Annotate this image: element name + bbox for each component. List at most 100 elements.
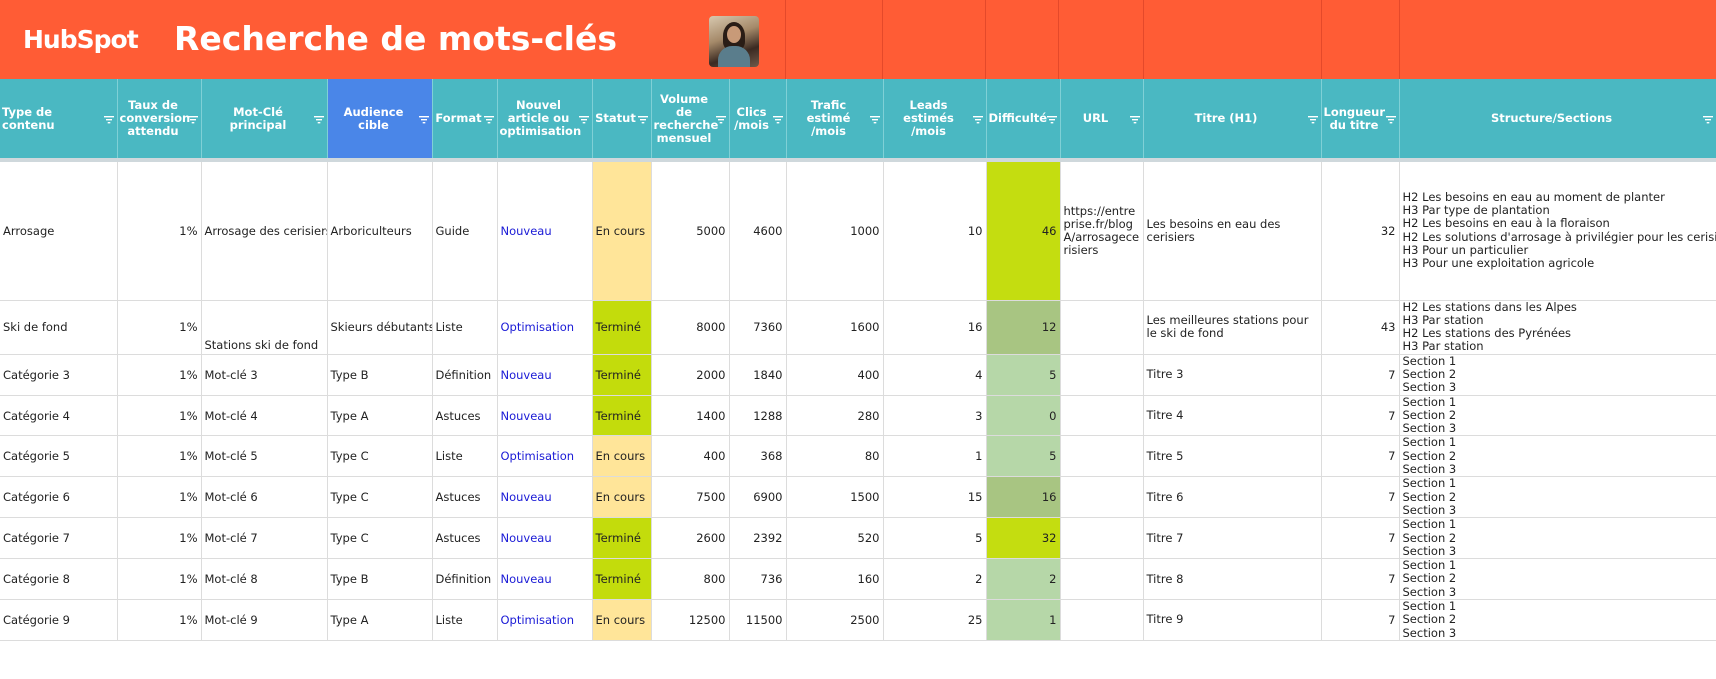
cell-statut[interactable]: Terminé	[592, 395, 652, 437]
column-header[interactable]: Type de contenu	[0, 79, 118, 162]
cell-trafic[interactable]: 280	[786, 395, 884, 437]
cell-clics[interactable]: 368	[729, 435, 787, 478]
cell-mot[interactable]: Mot-clé 7	[201, 517, 328, 560]
cell-statut[interactable]: Terminé	[592, 354, 652, 396]
cell-format[interactable]: Définition	[432, 354, 498, 396]
cell-format[interactable]: Astuces	[432, 476, 498, 519]
cell-leads[interactable]: 25	[883, 599, 987, 641]
cell-taux[interactable]: 1%	[117, 517, 202, 560]
cell-titre[interactable]: Titre 5	[1143, 435, 1322, 478]
cell-clics[interactable]: 1840	[729, 354, 787, 396]
cell-clics[interactable]: 736	[729, 558, 787, 601]
cell-structure[interactable]: Section 1 Section 2 Section 3	[1399, 558, 1716, 601]
cell-url[interactable]	[1060, 395, 1144, 437]
cell-mot[interactable]: Mot-clé 9	[201, 599, 328, 641]
cell-url[interactable]	[1060, 476, 1144, 519]
filter-icon[interactable]	[103, 114, 114, 124]
cell-statut[interactable]: Terminé	[592, 300, 652, 355]
cell-longueur[interactable]: 7	[1321, 435, 1400, 478]
cell-mot[interactable]: Mot-clé 3	[201, 354, 328, 396]
cell-structure[interactable]: Section 1 Section 2 Section 3	[1399, 476, 1716, 519]
filter-icon[interactable]	[483, 114, 494, 124]
filter-icon[interactable]	[772, 114, 783, 124]
cell-trafic[interactable]: 1000	[786, 160, 884, 301]
cell-taux[interactable]: 1%	[117, 160, 202, 301]
filter-icon[interactable]	[1702, 114, 1713, 124]
cell-taux[interactable]: 1%	[117, 395, 202, 437]
column-header[interactable]: Audience cible	[327, 79, 433, 162]
cell-trafic[interactable]: 1500	[786, 476, 884, 519]
cell-difficulte[interactable]: 5	[986, 354, 1061, 396]
cell-structure[interactable]: Section 1 Section 2 Section 3	[1399, 517, 1716, 560]
cell-volume[interactable]: 5000	[651, 160, 730, 301]
cell-mot[interactable]: Arrosage des cerisiers	[201, 160, 328, 301]
cell-format[interactable]: Guide	[432, 160, 498, 301]
cell-url[interactable]	[1060, 300, 1144, 355]
cell-url[interactable]	[1060, 435, 1144, 478]
cell-statut[interactable]: En cours	[592, 599, 652, 641]
cell-titre[interactable]: Titre 9	[1143, 599, 1322, 641]
column-header[interactable]: Format	[432, 79, 498, 162]
cell-leads[interactable]: 2	[883, 558, 987, 601]
cell-format[interactable]: Astuces	[432, 517, 498, 560]
cell-url[interactable]	[1060, 517, 1144, 560]
cell-format[interactable]: Liste	[432, 300, 498, 355]
filter-icon[interactable]	[578, 114, 589, 124]
cell-titre[interactable]: Titre 3	[1143, 354, 1322, 396]
column-header[interactable]: Leads estimés /mois	[883, 79, 987, 162]
cell-audience[interactable]: Type C	[327, 517, 433, 560]
cell-audience[interactable]: Type B	[327, 354, 433, 396]
cell-leads[interactable]: 10	[883, 160, 987, 301]
cell-nouvel[interactable]: Nouveau	[497, 517, 593, 560]
cell-difficulte[interactable]: 5	[986, 435, 1061, 478]
column-header[interactable]: Volume de recherche mensuel	[651, 79, 730, 162]
cell-audience[interactable]: Type A	[327, 395, 433, 437]
cell-difficulte[interactable]: 12	[986, 300, 1061, 355]
cell-structure[interactable]: Section 1 Section 2 Section 3	[1399, 395, 1716, 437]
cell-statut[interactable]: En cours	[592, 435, 652, 478]
cell-leads[interactable]: 16	[883, 300, 987, 355]
column-header[interactable]: Statut	[592, 79, 652, 162]
cell-longueur[interactable]: 7	[1321, 558, 1400, 601]
cell-taux[interactable]: 1%	[117, 476, 202, 519]
column-header[interactable]: Taux de conversion attendu	[117, 79, 202, 162]
cell-volume[interactable]: 1400	[651, 395, 730, 437]
cell-volume[interactable]: 400	[651, 435, 730, 478]
cell-longueur[interactable]: 32	[1321, 160, 1400, 301]
cell-type[interactable]: Catégorie 6	[0, 476, 118, 519]
cell-type[interactable]: Catégorie 3	[0, 354, 118, 396]
column-header[interactable]: Structure/Sections	[1399, 79, 1716, 162]
cell-difficulte[interactable]: 1	[986, 599, 1061, 641]
cell-longueur[interactable]: 7	[1321, 354, 1400, 396]
cell-statut[interactable]: Terminé	[592, 558, 652, 601]
cell-volume[interactable]: 7500	[651, 476, 730, 519]
column-header[interactable]: Difficulté	[986, 79, 1061, 162]
cell-mot[interactable]: Mot-clé 4	[201, 395, 328, 437]
cell-volume[interactable]: 800	[651, 558, 730, 601]
filter-icon[interactable]	[1129, 114, 1140, 124]
cell-volume[interactable]: 12500	[651, 599, 730, 641]
cell-volume[interactable]: 2000	[651, 354, 730, 396]
cell-url[interactable]	[1060, 354, 1144, 396]
column-header[interactable]: Clics /mois	[729, 79, 787, 162]
cell-trafic[interactable]: 400	[786, 354, 884, 396]
cell-audience[interactable]: Arboriculteurs	[327, 160, 433, 301]
cell-difficulte[interactable]: 2	[986, 558, 1061, 601]
cell-url[interactable]	[1060, 599, 1144, 641]
cell-type[interactable]: Catégorie 9	[0, 599, 118, 641]
cell-type[interactable]: Catégorie 4	[0, 395, 118, 437]
cell-longueur[interactable]: 7	[1321, 476, 1400, 519]
column-header[interactable]: URL	[1060, 79, 1144, 162]
cell-audience[interactable]: Type C	[327, 476, 433, 519]
filter-icon[interactable]	[715, 114, 726, 124]
cell-mot[interactable]: Mot-clé 6	[201, 476, 328, 519]
cell-audience[interactable]: Type A	[327, 599, 433, 641]
column-header[interactable]: Nouvel article ou optimisation	[497, 79, 593, 162]
cell-audience[interactable]: Skieurs débutants	[327, 300, 433, 355]
cell-trafic[interactable]: 160	[786, 558, 884, 601]
cell-trafic[interactable]: 520	[786, 517, 884, 560]
cell-statut[interactable]: En cours	[592, 160, 652, 301]
cell-format[interactable]: Astuces	[432, 395, 498, 437]
cell-taux[interactable]: 1%	[117, 300, 202, 355]
cell-nouvel[interactable]: Optimisation	[497, 300, 593, 355]
